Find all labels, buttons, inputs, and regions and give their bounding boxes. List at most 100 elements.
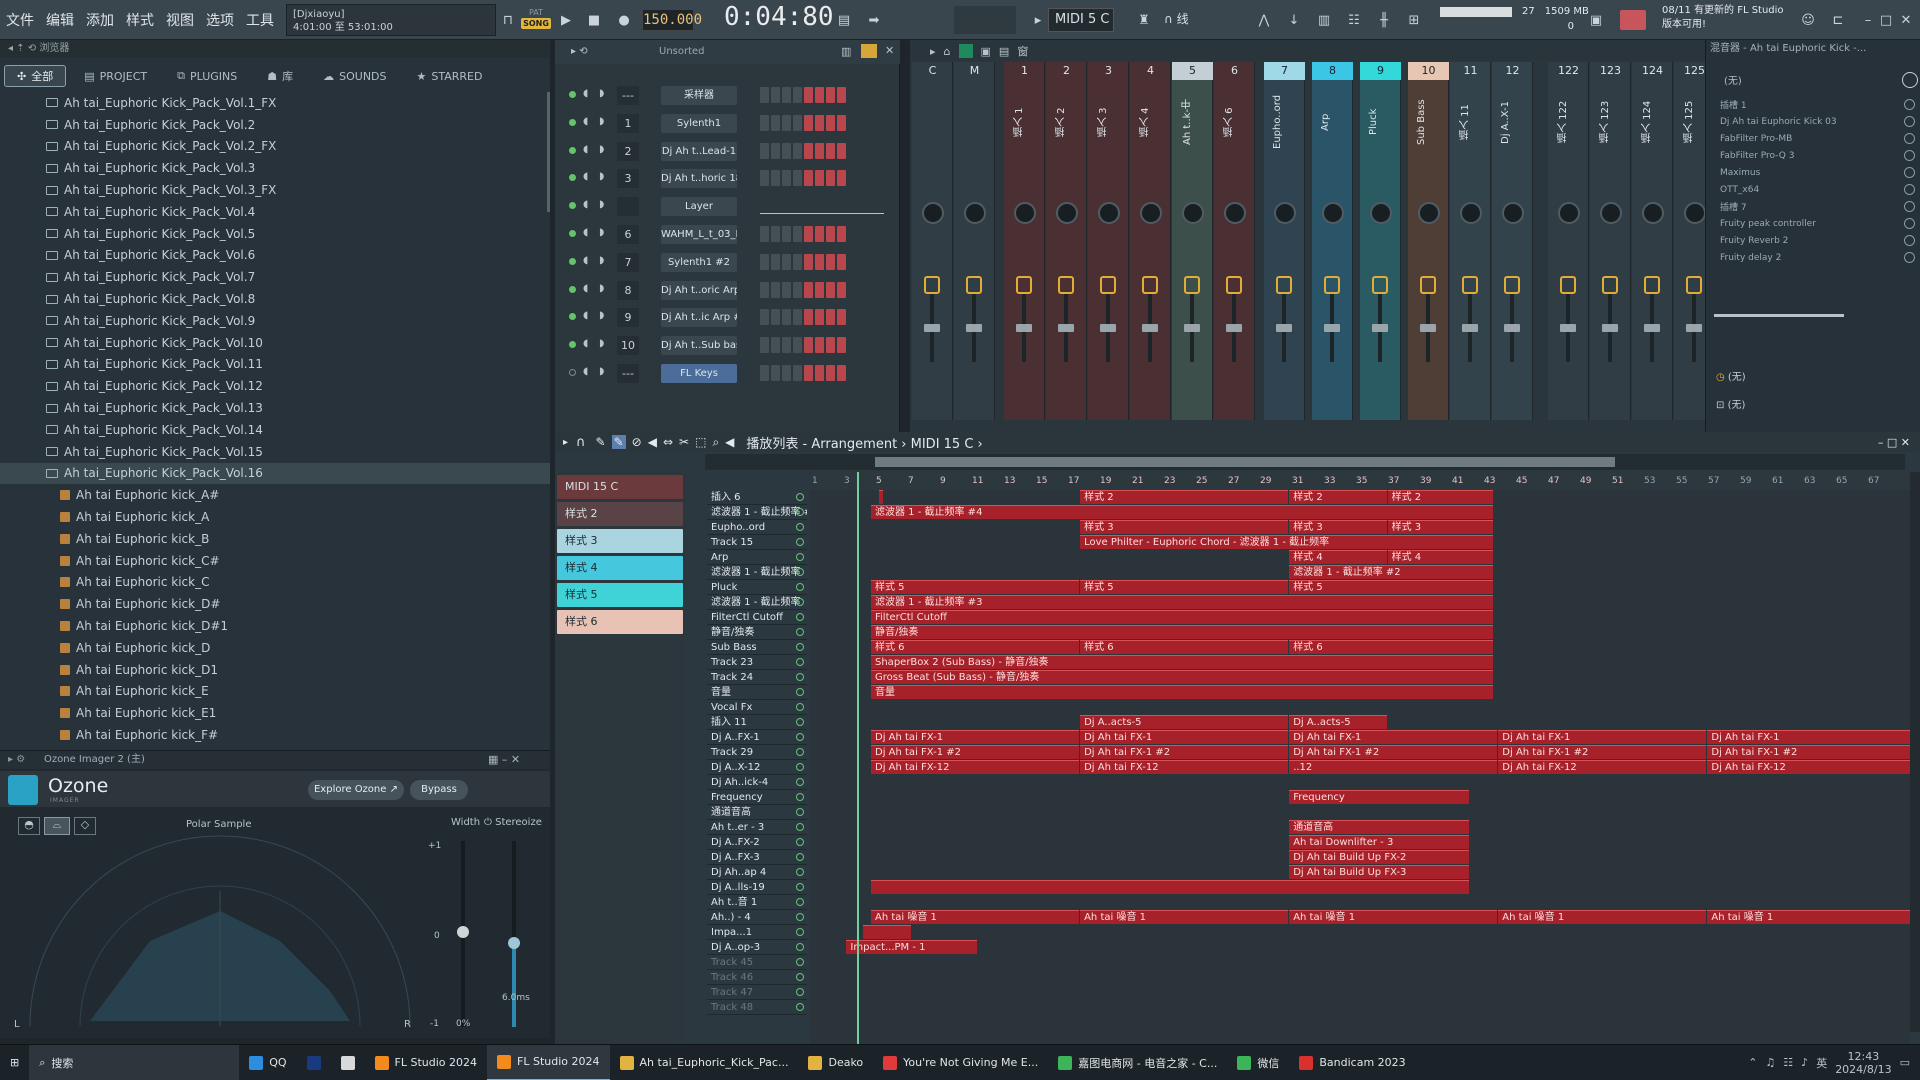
playlist-clip[interactable] xyxy=(862,925,911,939)
track-header[interactable]: Dj Ah..ap 4 xyxy=(707,865,807,880)
channel-name-button[interactable]: Dj Ah t..ic Arp #2 xyxy=(661,308,737,328)
step-button[interactable] xyxy=(837,309,846,326)
playlist-menu-icon[interactable]: ▸ xyxy=(563,437,568,448)
playlist-clip[interactable]: Ah tai 噪音 1 xyxy=(1498,910,1707,924)
taskbar-item[interactable]: 嘉图电商网 - 电音之家 - C... xyxy=(1048,1045,1227,1080)
slot-mix-knob-icon[interactable] xyxy=(1904,252,1915,263)
step-button[interactable] xyxy=(760,253,769,270)
playlist-clip[interactable]: Ah tai 噪音 1 xyxy=(1289,910,1498,924)
fader-handle[interactable] xyxy=(1058,324,1074,332)
track-enable-icon[interactable] xyxy=(796,868,804,876)
step-button[interactable] xyxy=(771,337,780,354)
mixer-wide-icon[interactable]: ▤ xyxy=(999,45,1009,58)
browser-folder[interactable]: Ah tai_Euphoric Kick_Pack_Vol.15 xyxy=(0,441,550,463)
effect-slot[interactable]: Fruity peak controller xyxy=(1706,215,1920,232)
playlist-clip[interactable]: Dj Ah tai FX-1 #2 xyxy=(1707,745,1910,759)
fx-route-icon[interactable] xyxy=(1462,276,1478,294)
fx-route-icon[interactable] xyxy=(1372,276,1388,294)
slot-mix-knob-icon[interactable] xyxy=(1904,218,1915,229)
step-button[interactable] xyxy=(782,253,791,270)
channel-name-button[interactable]: WAHM_L_t_03_E xyxy=(661,225,737,244)
browser-file[interactable]: Ah tai Euphoric kick_D1 xyxy=(0,659,550,681)
browser-file[interactable]: Ah tai Euphoric kick_D# xyxy=(0,593,550,615)
track-enable-icon[interactable] xyxy=(796,598,804,606)
pan-knob-icon[interactable] xyxy=(1224,202,1246,224)
track-header[interactable]: Track 15 xyxy=(707,535,807,550)
step-button[interactable] xyxy=(837,365,846,381)
tray-arrow-icon[interactable]: ⌃ xyxy=(1748,1056,1757,1069)
step-button[interactable] xyxy=(804,365,813,381)
stop-icon[interactable]: ■ xyxy=(582,8,606,32)
track-enable-icon[interactable] xyxy=(796,913,804,921)
effect-slot[interactable]: FabFilter Pro-MB xyxy=(1706,130,1920,147)
track-enable-icon[interactable] xyxy=(796,943,804,951)
mute-tool-icon[interactable]: ◀ xyxy=(648,435,657,449)
playlist-clip[interactable]: Dj Ah tai FX-1 #2 xyxy=(871,745,1080,759)
close-icon[interactable]: ✕ xyxy=(1901,436,1910,449)
pattern-item[interactable]: MIDI 15 C xyxy=(557,475,683,499)
track-header[interactable]: 静音/独奏 xyxy=(707,625,807,640)
step-button[interactable] xyxy=(771,87,780,103)
pan-knob-icon[interactable] xyxy=(1274,202,1296,224)
pan-knob-icon[interactable]: ◖ xyxy=(583,366,588,377)
paint-tool-icon[interactable]: ✎ xyxy=(611,435,626,449)
slice-tool-icon[interactable]: ✂ xyxy=(679,435,689,449)
track-header[interactable]: Dj Ah..ick-4 xyxy=(707,775,807,790)
step-button[interactable] xyxy=(826,170,835,187)
channel-mixer-track[interactable]: 10 xyxy=(617,336,639,356)
taskbar-item[interactable]: FL Studio 2024 xyxy=(365,1045,487,1080)
mixer-strip[interactable]: C xyxy=(912,62,953,420)
fader-handle[interactable] xyxy=(1560,324,1576,332)
pan-knob-icon[interactable] xyxy=(1684,202,1706,224)
fader-handle[interactable] xyxy=(1016,324,1032,332)
track-enable-icon[interactable] xyxy=(796,988,804,996)
browser-folder[interactable]: Ah tai_Euphoric Kick_Pack_Vol.12 xyxy=(0,375,550,397)
track-enable-icon[interactable] xyxy=(796,508,804,516)
news-panel[interactable]: 08/11 有更新的 FL Studio 版本可用! xyxy=(1662,4,1802,32)
step-button[interactable] xyxy=(771,253,780,270)
fx-route-icon[interactable] xyxy=(1420,276,1436,294)
magnet-icon[interactable]: ∩ xyxy=(576,435,586,450)
fx-route-icon[interactable] xyxy=(1184,276,1200,294)
track-header[interactable]: Ah..) - 4 xyxy=(707,910,807,925)
bypass-button[interactable]: Bypass xyxy=(410,780,468,800)
metronome-icon[interactable]: ♜ xyxy=(1132,8,1156,32)
pan-knob-icon[interactable]: ◖ xyxy=(583,88,588,99)
browser-folder[interactable]: Ah tai_Euphoric Kick_Pack_Vol.3 xyxy=(0,157,550,179)
pattern-item[interactable]: 样式 2 xyxy=(557,502,683,526)
channel-led-icon[interactable] xyxy=(569,174,576,182)
online-news-icon[interactable] xyxy=(1620,10,1646,30)
channel-mixer-track[interactable]: 9 xyxy=(617,308,639,328)
playlist-icon[interactable]: ⋀ xyxy=(1252,8,1276,32)
browser-scrollbar[interactable] xyxy=(547,92,550,212)
slot-mix-knob-icon[interactable] xyxy=(1904,235,1915,246)
track-enable-icon[interactable] xyxy=(796,853,804,861)
track-header[interactable]: Dj A..FX-3 xyxy=(707,850,807,865)
pattern-selector[interactable]: MIDI 5 C xyxy=(1048,8,1114,32)
taskbar-item[interactable]: QQ xyxy=(239,1045,296,1080)
channel-mixer-track[interactable]: --- xyxy=(617,364,639,383)
playback-tool-icon[interactable]: ◀ xyxy=(725,435,734,449)
volume-knob-icon[interactable]: ◗ xyxy=(599,283,604,294)
browser-folder[interactable]: Ah tai_Euphoric Kick_Pack_Vol.7 xyxy=(0,266,550,288)
step-button[interactable] xyxy=(826,87,835,103)
channel-row[interactable]: ◖ ◗ 2 Dj Ah t..Lead-1 xyxy=(555,140,900,163)
close-icon[interactable]: ✕ xyxy=(1894,8,1918,32)
track-header[interactable]: Sub Bass xyxy=(707,640,807,655)
channel-row[interactable]: ◖ ◗ 1 Sylenth1 xyxy=(555,112,900,135)
playlist-clip[interactable]: Ah tai 噪音 1 xyxy=(871,910,1080,924)
notification-icon[interactable]: ▭ xyxy=(1900,1056,1910,1069)
step-button[interactable] xyxy=(793,309,802,326)
step-button[interactable] xyxy=(782,365,791,381)
step-sequencer-icon[interactable] xyxy=(861,44,877,58)
channel-name-button[interactable]: Dj Ah t..Sub bass xyxy=(661,336,737,356)
step-button[interactable] xyxy=(771,226,780,242)
track-header[interactable]: 插入 11 xyxy=(707,715,807,730)
track-header[interactable]: Frequency xyxy=(707,790,807,805)
fader-handle[interactable] xyxy=(1324,324,1340,332)
mixer-strip[interactable]: 9 Pluck xyxy=(1360,62,1401,420)
mixer-strip[interactable]: 10 Sub Bass xyxy=(1408,62,1449,420)
pencil-tool-icon[interactable]: ✎ xyxy=(596,435,606,449)
step-button[interactable] xyxy=(826,114,835,131)
playlist-clip[interactable]: 样式 2 xyxy=(879,490,884,504)
